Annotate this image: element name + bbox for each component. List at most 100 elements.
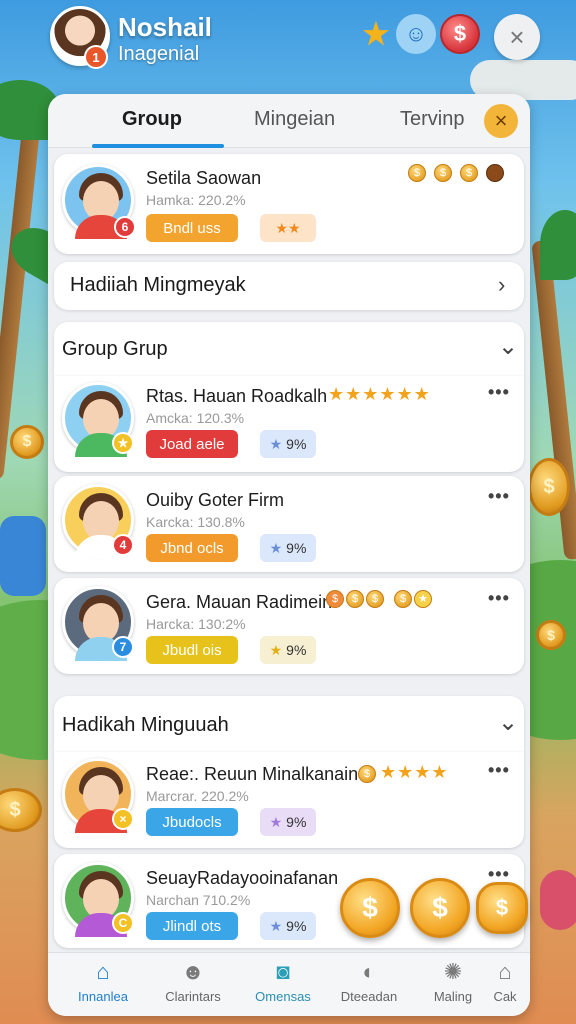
list-item[interactable]: 4 Ouiby Goter Firm Karcka: 130.8% Jbnd o… — [54, 476, 524, 572]
nav-item-cak[interactable]: ⌂ Cak — [480, 959, 530, 1004]
bundle-button[interactable]: Jlindl ots — [146, 912, 238, 940]
coin-icon: $ — [408, 164, 426, 182]
lock-icon: ◐ — [362, 959, 376, 984]
bundle-button[interactable]: Jbudl ois — [146, 636, 238, 664]
tab-mingeian[interactable]: Mingeian — [254, 108, 335, 131]
member-stat: Amcka: 120.3% — [146, 410, 245, 426]
more-options-icon[interactable]: ••• — [488, 486, 510, 507]
percent-value: 9% — [286, 814, 307, 830]
palm-leaf — [540, 210, 576, 280]
percent-value: 9% — [286, 918, 307, 934]
close-icon: × — [494, 108, 508, 133]
profile-name: Setila Saowan — [146, 168, 262, 188]
percent-value: 9% — [286, 642, 307, 658]
close-badge-icon: × — [112, 808, 134, 830]
weekly-reward-banner[interactable]: Hadiiah Mingmeyak › — [54, 262, 524, 310]
list-item[interactable]: × Reae:. Reuun Minalkanain $ ★★★★ Marcrar… — [54, 752, 524, 848]
member-stat: Karcka: 130.8% — [146, 514, 245, 530]
home-icon: ⌂ — [96, 959, 110, 984]
chevron-down-icon[interactable]: ⌄ — [498, 708, 518, 737]
star-rating: ★★★★ — [380, 762, 449, 782]
treasure-chest-icon — [486, 164, 504, 182]
list-item[interactable]: 7 Gera. Mauan Radimein $ $ $ $ ★ Harcka: 130… — [54, 578, 524, 674]
coin-icon: $ — [346, 590, 364, 608]
member-name: Gera. Mauan Radimein — [146, 592, 333, 612]
more-options-icon[interactable]: ••• — [488, 588, 510, 609]
robot-face-icon: ☻ — [181, 959, 205, 984]
header: 1 Noshail Inagenial ★ ☺ $ × — [0, 0, 576, 90]
more-options-icon[interactable]: ••• — [488, 382, 510, 403]
percent-badge: ★ 9% — [260, 636, 316, 664]
banner-title: Hadiiah Mingmeyak — [70, 274, 246, 296]
coin-button[interactable]: $ — [410, 878, 470, 938]
percent-badge: ★ 9% — [260, 912, 316, 940]
percent-value: 9% — [286, 436, 307, 452]
nav-item-omensas[interactable]: ◙ Omensas — [242, 959, 324, 1004]
percent-badge: ★ 9% — [260, 430, 316, 458]
join-button[interactable]: Joad aele — [146, 430, 238, 458]
tab-indicator — [92, 144, 224, 148]
tab-tervinp[interactable]: Tervinp — [400, 108, 464, 131]
coin-button[interactable]: $ — [476, 882, 528, 934]
nav-item-home[interactable]: ⌂ Innanlea — [62, 959, 144, 1004]
coin-icon: $ — [528, 458, 570, 516]
bottom-nav: ⌂ Innanlea ☻ Clarintars ◙ Omensas ◐ Dtee… — [48, 952, 530, 1016]
home-outline-icon: ⌂ — [498, 959, 512, 984]
nav-item-clarintars[interactable]: ☻ Clarintars — [152, 959, 234, 1004]
chevron-right-icon: › — [498, 272, 506, 297]
percent-value: 9% — [286, 540, 307, 556]
star-trophy-icon[interactable]: ★ — [356, 14, 396, 54]
nav-label: Clarintars — [165, 989, 221, 1004]
bundle-button[interactable]: Jbudocls — [146, 808, 238, 836]
group-section-header[interactable]: Group Grup ⌄ — [54, 322, 524, 376]
close-icon: × — [509, 21, 525, 52]
coin-icon: $ — [10, 425, 44, 459]
gift-icon — [540, 870, 576, 930]
coin-icon: $ — [326, 590, 344, 608]
chat-bubble-icon: ◙ — [276, 959, 290, 984]
bunny-mascot-icon[interactable]: ☺ — [396, 14, 436, 54]
profile-card[interactable]: 6 Setila Saowan Hamka: 220.2% Bndl uss ★… — [54, 154, 524, 254]
percent-badge: ★ 9% — [260, 808, 316, 836]
user-subtitle: Inagenial — [118, 43, 200, 65]
reward-coins: $ $ $ $ ★ — [324, 590, 432, 608]
dots-circle-icon: ✺ — [443, 959, 463, 984]
main-panel: Group Mingeian Tervinp × 6 Setila Saowan… — [48, 94, 530, 1016]
percent-badge: ★ 9% — [260, 534, 316, 562]
coin-icon: $ — [0, 788, 42, 832]
chevron-down-icon[interactable]: ⌄ — [498, 332, 518, 361]
star-icon: ★ — [269, 917, 283, 934]
nav-label: Innanlea — [78, 989, 128, 1004]
tab-close-button[interactable]: × — [484, 104, 518, 138]
bundle-button[interactable]: Jbnd ocls — [146, 534, 238, 562]
star-icon: ★ — [269, 641, 283, 658]
star-badge-icon: ★ — [112, 432, 134, 454]
more-options-icon[interactable]: ••• — [488, 760, 510, 781]
member-stat: Harcka: 130:2% — [146, 616, 246, 632]
star-icon: ★ — [414, 590, 432, 608]
star-rating: ★★★★★★ — [328, 384, 431, 404]
tab-group[interactable]: Group — [122, 108, 182, 131]
level-badge: C — [112, 912, 134, 934]
coin-icon: $ — [434, 164, 452, 182]
member-name: Rtas. Hauan Roadkalh — [146, 386, 328, 406]
level-badge: 4 — [112, 534, 134, 556]
section-title: Hadikah Minguuah — [62, 714, 229, 736]
level-badge: 1 — [84, 45, 108, 69]
coin-currency-icon[interactable]: $ — [440, 14, 480, 54]
nav-item-dteeadan[interactable]: ◐ Dteeadan — [328, 959, 410, 1004]
member-stat: Narchan 710.2% — [146, 892, 251, 908]
close-button[interactable]: × — [494, 14, 540, 60]
star-icon: ★ — [269, 539, 283, 556]
list-item[interactable]: ★ Rtas. Hauan Roadkalh ★★★★★★ Amcka: 120… — [54, 376, 524, 472]
robot-toy-icon — [0, 516, 46, 596]
member-name: SeuayRadayooinafanan — [146, 868, 339, 888]
profile-stat: Hamka: 220.2% — [146, 192, 246, 208]
level-badge: 6 — [114, 216, 136, 238]
reward-coins: $ $ $ — [406, 164, 504, 182]
coin-button[interactable]: $ — [340, 878, 400, 938]
weekly-section-header[interactable]: Hadikah Minguuah ⌄ — [54, 696, 524, 752]
bundle-button[interactable]: Bndl uss — [146, 214, 238, 242]
member-name: Ouiby Goter Firm — [146, 490, 285, 510]
username: Noshail — [118, 12, 212, 42]
